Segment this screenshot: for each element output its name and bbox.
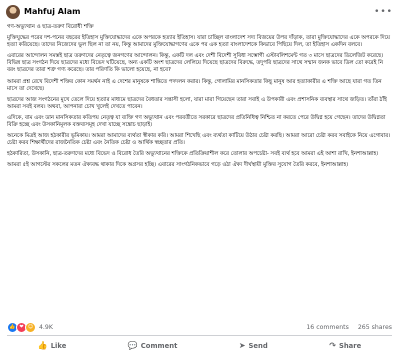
divider	[7, 335, 392, 336]
comment-icon: 💬	[127, 341, 138, 350]
post-paragraph: আমরা প্রশ্ন রেখে বিদেশী শক্তির কোন সমর্থ…	[7, 78, 382, 92]
post-body: গণ-অভ্যুত্থান ও ছাত্র-তরুণ বিরোধী শক্তি …	[0, 22, 399, 170]
post-paragraph: অনেকে মিত্রই আজ হঠকারীর ভূমিকায়। আমরা আ…	[7, 133, 391, 147]
author-name[interactable]: Mahfuj Alam	[24, 7, 80, 17]
more-horizontal-icon[interactable]: •••	[374, 7, 393, 17]
post-paragraph: আমরা ৫ই আগস্টের সকলের মতন ঐক্যবদ্ধ থাকার…	[7, 162, 349, 169]
engagement-counts: 👍 ❤ ☺ 4.9K 16 comments 265 shares	[7, 321, 392, 333]
post-paragraph: এবারের আন্দোলন সমস্তই ছাত্র তরুণদের নেতৃ…	[7, 53, 384, 74]
comment-count[interactable]: 16 comments	[306, 324, 348, 331]
share-label: Share	[338, 342, 362, 350]
send-label: Send	[248, 342, 268, 350]
reaction-summary[interactable]: 👍 ❤ ☺ 4.9K	[7, 321, 53, 333]
send-button[interactable]: ➤ Send	[238, 341, 268, 351]
post-paragraph: ছাত্রদের আজ সংগঠনের মুখে তেলে দিয়ে হত্য…	[7, 96, 387, 110]
like-label: Like	[50, 342, 67, 350]
like-button[interactable]: 👍 Like	[37, 341, 67, 351]
send-icon: ➤	[238, 341, 246, 350]
author-avatar[interactable]	[6, 5, 20, 19]
share-count[interactable]: 265 shares	[358, 324, 392, 331]
thumbs-up-icon: 👍	[37, 341, 48, 350]
comment-button[interactable]: 💬 Comment	[127, 341, 178, 351]
share-icon: ↷	[329, 341, 336, 350]
comment-label: Comment	[140, 342, 178, 350]
comment-share-counts: 16 comments 265 shares	[306, 324, 392, 331]
care-icon: ☺	[25, 321, 36, 333]
post-paragraph: হঠকারিতা, উসকানি, ছাত্র-তরুণদের মধ্যে বি…	[7, 151, 379, 158]
post-actions: 👍 Like 💬 Comment ➤ Send ↷ Share	[7, 338, 392, 354]
post-header: Mahfuj Alam •••	[0, 0, 399, 22]
post-paragraph: এদিকে, বাম এবং ডান মানসিকতার কতিপয় নেতৃ…	[7, 114, 386, 129]
reaction-count: 4.9K	[39, 323, 53, 331]
facebook-post: Mahfuj Alam ••• গণ-অভ্যুত্থান ও ছাত্র-তর…	[0, 0, 399, 357]
post-paragraph: গণ-অভ্যুত্থান ও ছাত্র-তরুণ বিরোধী শক্তি	[7, 24, 94, 30]
post-paragraph: মুক্তিযুদ্ধের পরের দশ-পনের বছরের ইতিহাস …	[7, 35, 390, 49]
share-button[interactable]: ↷ Share	[329, 341, 362, 351]
